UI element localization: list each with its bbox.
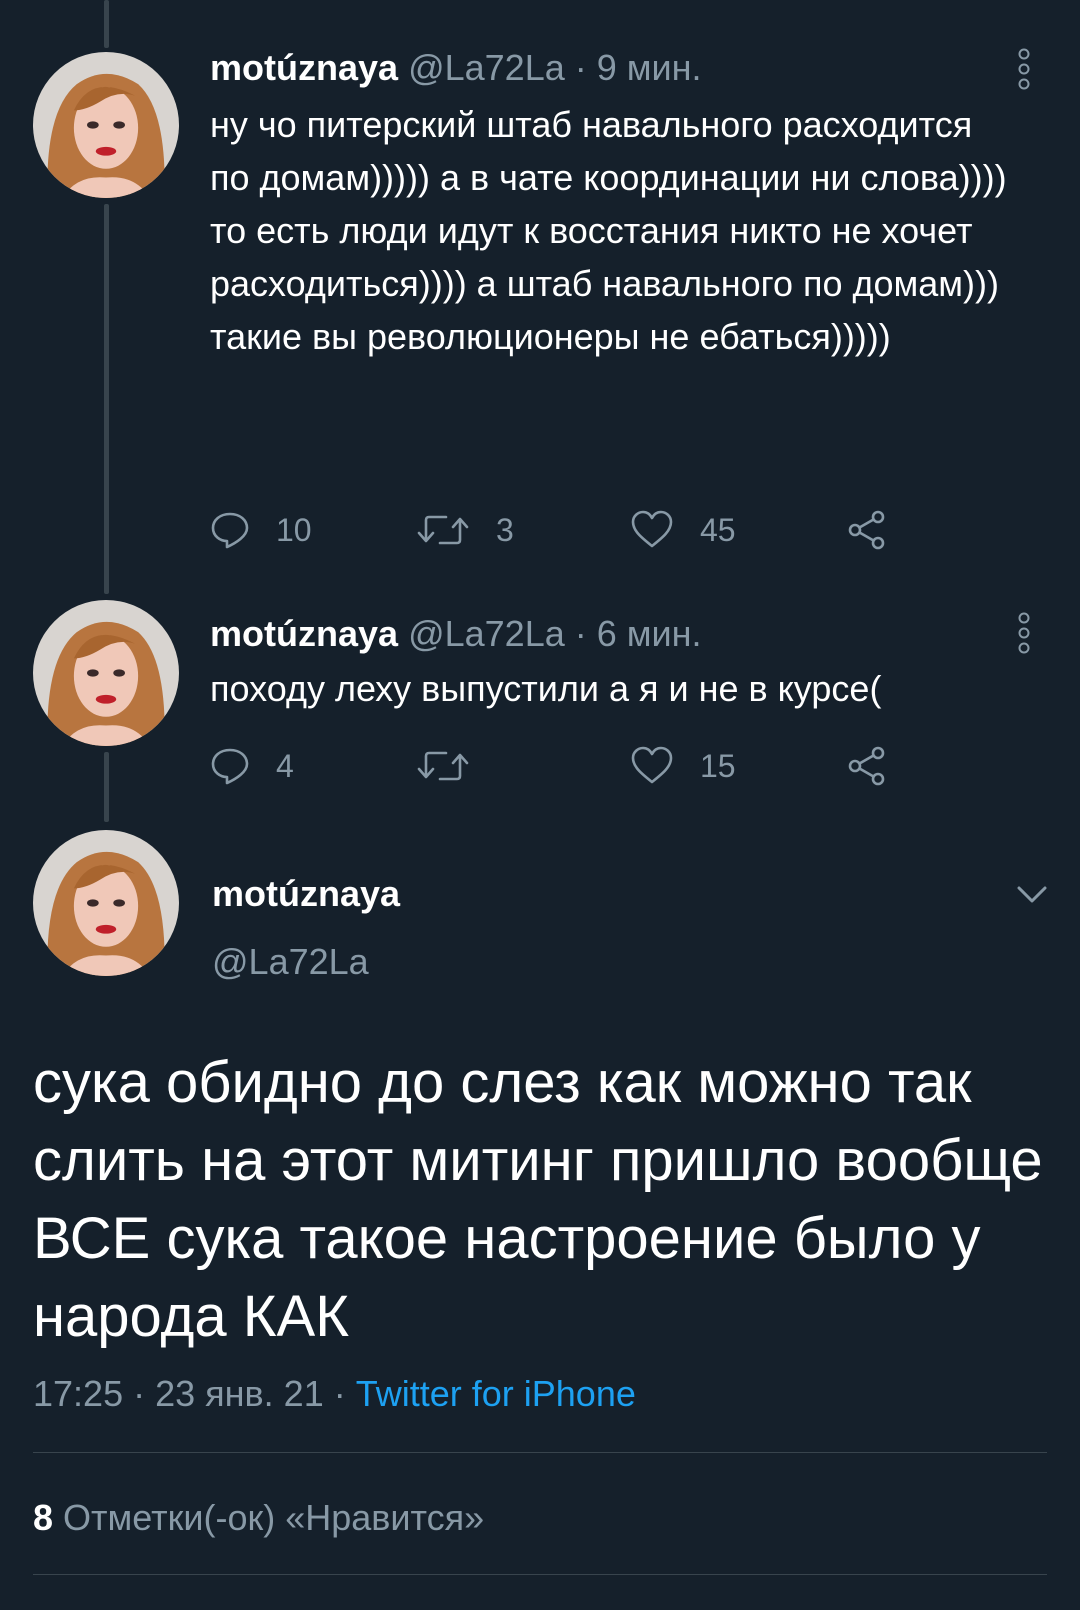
tweet-header: motúznaya @La72La · 9 мин. — [210, 46, 702, 90]
reply-button[interactable]: 10 — [210, 505, 312, 555]
avatar[interactable] — [33, 830, 179, 976]
like-count: 15 — [700, 747, 736, 784]
share-icon — [848, 746, 885, 786]
separator: · — [574, 613, 587, 654]
tweet-time: 17:25 — [33, 1373, 124, 1414]
share-button[interactable] — [846, 741, 888, 791]
tweet-source-link[interactable]: Twitter for iPhone — [356, 1373, 636, 1414]
separator: · — [133, 1373, 146, 1414]
more-vertical-icon[interactable] — [1012, 612, 1036, 656]
author-name[interactable]: motúznaya — [212, 872, 400, 916]
tweet-meta: 17:25 · 23 янв. 21 · Twitter for iPhone — [33, 1372, 636, 1416]
divider — [33, 1574, 1047, 1575]
likes-label: Отметки(-ок) «Нравится» — [63, 1497, 485, 1538]
like-button[interactable]: 45 — [630, 505, 736, 555]
like-icon — [631, 510, 673, 548]
likes-count: 8 — [33, 1497, 54, 1538]
like-icon — [631, 746, 673, 784]
tweet-header: motúznaya @La72La · 6 мин. — [210, 612, 702, 656]
reply-icon — [211, 748, 249, 785]
author-handle[interactable]: @La72La — [212, 940, 369, 984]
divider — [33, 1452, 1047, 1453]
tweet-date: 23 янв. 21 — [155, 1373, 324, 1414]
author-name[interactable]: motúznaya — [210, 47, 398, 88]
tweet-actions: 10 3 45 — [210, 505, 910, 555]
retweet-count: 3 — [496, 511, 514, 548]
like-count: 45 — [700, 511, 736, 548]
reply-count: 10 — [276, 511, 312, 548]
author-handle[interactable]: @La72La — [408, 47, 565, 88]
tweet-actions: 4 15 — [210, 741, 910, 791]
main-tweet-text: сука обидно до слез как можно так слить … — [33, 1050, 1043, 1349]
likes-summary[interactable]: 8 Отметки(-ок) «Нравится» — [33, 1496, 484, 1540]
more-vertical-icon[interactable] — [1012, 48, 1036, 92]
retweet-icon — [417, 751, 469, 781]
avatar[interactable] — [33, 600, 179, 746]
share-icon — [848, 510, 885, 550]
like-button[interactable]: 15 — [630, 741, 736, 791]
separator: · — [333, 1373, 346, 1414]
thread-line — [104, 752, 109, 822]
share-button[interactable] — [846, 505, 888, 555]
retweet-icon — [417, 515, 469, 545]
tweet-text: ну чо питерский штаб навального расходит… — [210, 104, 1007, 357]
thread-line — [104, 0, 109, 48]
tweet-time[interactable]: 6 мин. — [597, 613, 702, 654]
tweet-text: походу леху выпустили а я и не в курсе( — [210, 668, 882, 709]
separator: · — [574, 47, 587, 88]
author-handle[interactable]: @La72La — [408, 613, 565, 654]
tweet-time[interactable]: 9 мин. — [597, 47, 702, 88]
retweet-button[interactable]: 3 — [416, 505, 514, 555]
retweet-button[interactable] — [416, 741, 496, 791]
author-name[interactable]: motúznaya — [210, 613, 398, 654]
thread-line — [104, 204, 109, 594]
reply-icon — [211, 512, 249, 549]
chevron-down-icon[interactable] — [1014, 880, 1050, 908]
avatar[interactable] — [33, 52, 179, 198]
reply-count: 4 — [276, 747, 294, 784]
reply-button[interactable]: 4 — [210, 741, 294, 791]
